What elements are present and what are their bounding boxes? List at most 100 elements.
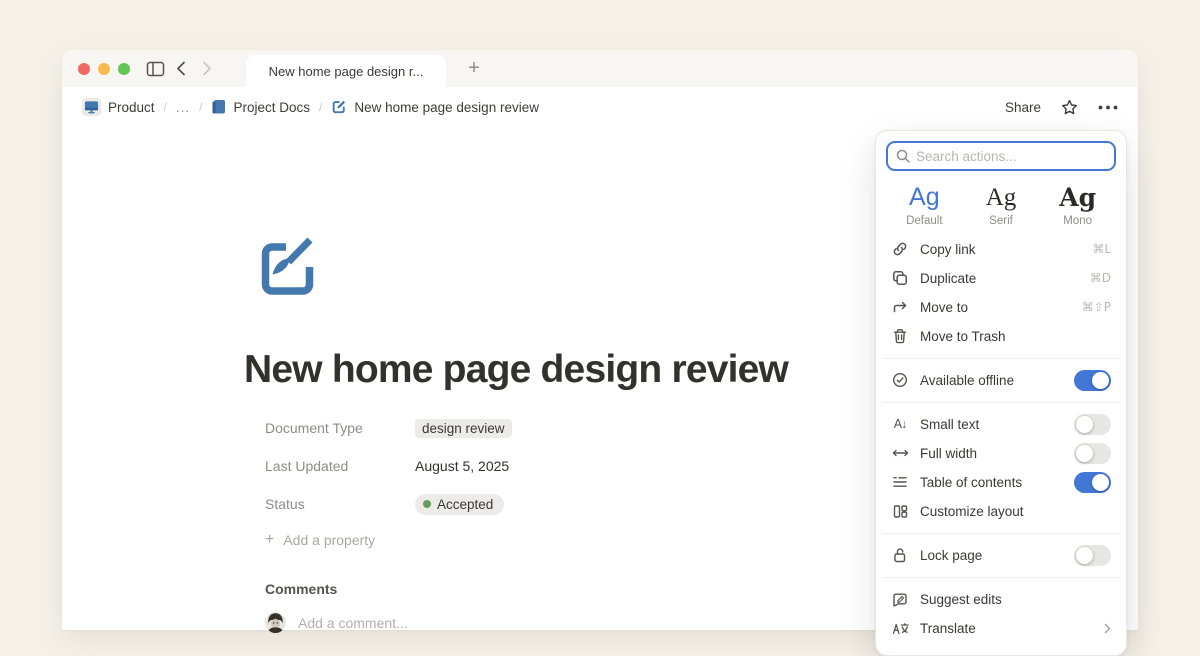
shortcut-hint: ⌘L xyxy=(1092,242,1111,256)
menu-item-suggest-edits[interactable]: Suggest edits xyxy=(886,585,1116,614)
forward-button[interactable] xyxy=(194,56,220,82)
suggest-edits-icon xyxy=(891,592,909,607)
small-text-toggle[interactable] xyxy=(1074,414,1111,435)
minimize-window-button[interactable] xyxy=(98,63,110,75)
menu-divider xyxy=(882,533,1120,534)
font-style-picker: Ag Default Ag Serif Ag Mono xyxy=(886,184,1116,227)
font-label: Mono xyxy=(1039,215,1116,227)
available-offline-toggle[interactable] xyxy=(1074,370,1111,391)
menu-item-label: Available offline xyxy=(920,373,1063,388)
property-tag-value[interactable]: design review xyxy=(415,419,512,438)
menu-item-label: Translate xyxy=(920,621,1093,636)
lock-open-icon xyxy=(891,547,909,563)
menu-item-move-to[interactable]: Move to ⌘⇧P xyxy=(886,293,1116,322)
monitor-icon xyxy=(82,98,101,116)
breadcrumb-collapsed-button[interactable]: ... xyxy=(176,100,190,115)
font-option-serif[interactable]: Ag Serif xyxy=(963,184,1040,227)
toggle-sidebar-button[interactable] xyxy=(142,56,168,82)
page-actions-menu: Ag Default Ag Serif Ag Mono Copy link ⌘L xyxy=(875,130,1127,656)
full-width-icon xyxy=(891,448,909,458)
menu-item-copy-link[interactable]: Copy link ⌘L xyxy=(886,235,1116,264)
menu-divider xyxy=(882,577,1120,578)
plus-icon: + xyxy=(265,531,274,549)
app-window: New home page design r... + Product / ..… xyxy=(62,50,1138,630)
breadcrumb-item-product[interactable]: Product xyxy=(82,98,155,116)
chevron-right-icon xyxy=(1104,623,1111,634)
font-sample: Ag xyxy=(886,184,963,212)
check-circle-icon xyxy=(891,372,909,388)
menu-item-label: Move to xyxy=(920,300,1071,315)
menu-item-translate[interactable]: Translate xyxy=(886,614,1116,643)
paintbrush-square-icon[interactable] xyxy=(253,233,317,299)
tab-bar: New home page design r... + xyxy=(62,50,1138,87)
menu-item-available-offline[interactable]: Available offline xyxy=(886,366,1116,395)
menu-item-label: Suggest edits xyxy=(920,592,1111,607)
status-value: Accepted xyxy=(437,497,493,512)
breadcrumb-item-current-page[interactable]: New home page design review xyxy=(331,99,539,115)
close-window-button[interactable] xyxy=(78,63,90,75)
menu-item-table-of-contents[interactable]: Table of contents xyxy=(886,468,1116,497)
menu-item-label: Full width xyxy=(920,446,1063,461)
menu-item-lock-page[interactable]: Lock page xyxy=(886,541,1116,570)
more-options-button[interactable] xyxy=(1098,105,1118,110)
table-of-contents-icon xyxy=(891,475,909,489)
chevron-left-icon xyxy=(176,61,186,76)
menu-item-move-to-trash[interactable]: Move to Trash xyxy=(886,322,1116,351)
menu-divider xyxy=(882,358,1120,359)
toolbar: Product / ... / Project Docs / New home … xyxy=(62,87,1138,127)
chevron-right-icon xyxy=(202,61,212,76)
lock-page-toggle[interactable] xyxy=(1074,545,1111,566)
active-tab[interactable]: New home page design r... xyxy=(246,55,446,87)
menu-item-label: Move to Trash xyxy=(920,329,1111,344)
property-label: Status xyxy=(265,496,415,512)
menu-item-label: Customize layout xyxy=(920,504,1111,519)
breadcrumb-label: New home page design review xyxy=(354,100,539,115)
back-button[interactable] xyxy=(168,56,194,82)
shortcut-hint: ⌘D xyxy=(1090,271,1111,285)
property-text-value[interactable]: August 5, 2025 xyxy=(415,458,509,474)
new-tab-button[interactable]: + xyxy=(462,57,486,80)
trash-icon xyxy=(891,328,909,344)
font-label: Default xyxy=(886,215,963,227)
font-option-mono[interactable]: Ag Mono xyxy=(1039,184,1116,227)
breadcrumb-label: Product xyxy=(108,100,155,115)
add-property-label: Add a property xyxy=(283,532,375,548)
breadcrumb-separator: / xyxy=(319,100,322,114)
status-badge[interactable]: Accepted xyxy=(415,494,504,515)
menu-item-duplicate[interactable]: Duplicate ⌘D xyxy=(886,264,1116,293)
tab-title: New home page design r... xyxy=(269,64,424,79)
share-button[interactable]: Share xyxy=(1005,100,1041,115)
menu-divider xyxy=(882,402,1120,403)
duplicate-icon xyxy=(891,270,909,286)
full-width-toggle[interactable] xyxy=(1074,443,1111,464)
menu-item-small-text[interactable]: A↓ Small text xyxy=(886,410,1116,439)
font-option-default[interactable]: Ag Default xyxy=(886,184,963,227)
table-of-contents-toggle[interactable] xyxy=(1074,472,1111,493)
shortcut-hint: ⌘⇧P xyxy=(1082,300,1111,314)
property-label: Last Updated xyxy=(265,458,415,474)
breadcrumb-item-project-docs[interactable]: Project Docs xyxy=(211,99,310,115)
menu-item-label: Table of contents xyxy=(920,475,1063,490)
edit-page-icon xyxy=(331,99,347,115)
breadcrumb-label: Project Docs xyxy=(233,100,310,115)
document-icon xyxy=(211,99,226,115)
zoom-window-button[interactable] xyxy=(118,63,130,75)
font-sample: Ag xyxy=(1039,184,1116,212)
search-actions-field[interactable] xyxy=(886,141,1116,171)
star-icon xyxy=(1061,99,1078,116)
favorite-star-button[interactable] xyxy=(1061,99,1078,116)
menu-item-customize-layout[interactable]: Customize layout xyxy=(886,497,1116,526)
menu-item-full-width[interactable]: Full width xyxy=(886,439,1116,468)
link-icon xyxy=(891,241,909,257)
sidebar-icon xyxy=(146,61,165,77)
search-actions-input[interactable] xyxy=(916,149,1106,164)
property-label: Document Type xyxy=(265,420,415,436)
font-sample: Ag xyxy=(963,184,1040,212)
breadcrumb-separator: / xyxy=(199,100,202,114)
menu-item-label: Small text xyxy=(920,417,1063,432)
menu-item-label: Lock page xyxy=(920,548,1063,563)
breadcrumb-separator: / xyxy=(164,100,167,114)
add-comment-input[interactable]: Add a comment... xyxy=(298,615,408,631)
menu-item-label: Copy link xyxy=(920,242,1081,257)
layout-icon xyxy=(891,504,909,519)
